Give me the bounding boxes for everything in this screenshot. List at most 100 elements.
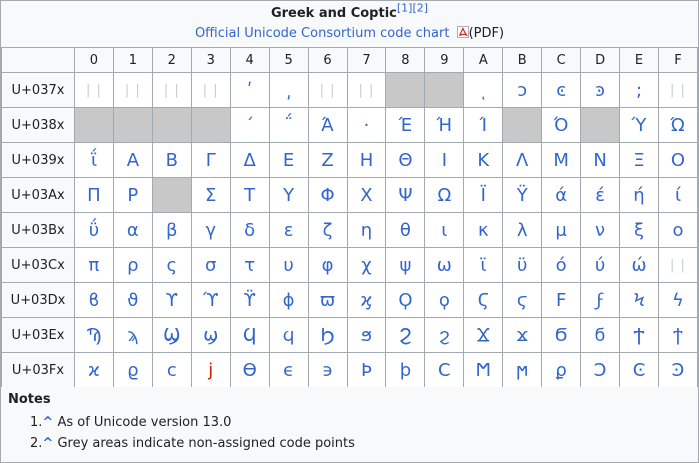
glyph-cell[interactable]: Ͽ (657, 352, 699, 388)
glyph-cell[interactable]: Ϲ (424, 352, 465, 388)
glyph-cell[interactable]: Υ (268, 177, 309, 213)
glyph-cell[interactable]: Α (112, 142, 153, 178)
glyph-cell[interactable]: ώ (619, 247, 659, 283)
glyph-cell[interactable]: ϖ (307, 282, 348, 318)
glyph-cell[interactable]: Ί (463, 107, 504, 143)
glyph-cell[interactable]: ϲ (151, 352, 192, 388)
glyph-cell[interactable]: Ͻ (580, 352, 621, 388)
glyph-cell[interactable]: | | (151, 72, 192, 108)
glyph-cell[interactable]: Θ (385, 142, 426, 178)
glyph-cell[interactable]: ͼ (541, 72, 582, 108)
glyph-cell[interactable]: ϐ (73, 282, 114, 318)
glyph-cell[interactable]: ά (541, 177, 582, 213)
glyph-cell[interactable]: ϊ (463, 247, 504, 283)
glyph-cell[interactable]: ψ (385, 247, 426, 283)
glyph-cell[interactable]: Ύ (619, 107, 659, 143)
glyph-cell[interactable]: σ (190, 247, 231, 283)
glyph-cell[interactable]: | | (190, 72, 231, 108)
glyph-cell[interactable]: ΄ (229, 107, 270, 143)
glyph-cell[interactable]: Λ (502, 142, 543, 178)
glyph-cell[interactable]: Ϭ (541, 317, 582, 353)
glyph-cell[interactable]: Β (151, 142, 192, 178)
glyph-cell[interactable]: ϣ (190, 317, 231, 353)
glyph-cell[interactable]: ϗ (346, 282, 387, 318)
glyph-cell[interactable]: Ϻ (463, 352, 504, 388)
glyph-cell[interactable]: Ϥ (229, 317, 270, 353)
glyph-cell[interactable]: υ (268, 247, 309, 283)
glyph-cell[interactable]: ϶ (307, 352, 348, 388)
glyph-cell[interactable]: δ (229, 212, 270, 248)
glyph-cell[interactable]: ν (580, 212, 621, 248)
glyph-cell[interactable]: π (73, 247, 114, 283)
glyph-cell[interactable]: ϧ (346, 317, 387, 353)
glyph-cell[interactable]: ή (619, 177, 659, 213)
glyph-cell[interactable]: ϱ (112, 352, 153, 388)
reference-links[interactable]: [1][2] (397, 2, 428, 15)
glyph-cell[interactable]: Ξ (619, 142, 659, 178)
glyph-cell[interactable]: θ (385, 212, 426, 248)
glyph-cell[interactable]: ͺ (463, 72, 504, 108)
glyph-cell[interactable]: τ (229, 247, 270, 283)
glyph-cell[interactable]: Ε (268, 142, 309, 178)
glyph-cell[interactable]: Ϋ (502, 177, 543, 213)
glyph-cell[interactable]: χ (346, 247, 387, 283)
glyph-cell[interactable]: ͵ (268, 72, 309, 108)
glyph-cell[interactable]: Π (73, 177, 114, 213)
glyph-cell[interactable]: ϓ (190, 282, 231, 318)
glyph-cell[interactable]: ʹ (229, 72, 270, 108)
glyph-cell[interactable]: ϛ (502, 282, 543, 318)
glyph-cell[interactable]: Ϛ (463, 282, 504, 318)
glyph-cell[interactable]: Ϝ (541, 282, 582, 318)
glyph-cell[interactable]: Μ (541, 142, 582, 178)
glyph-cell[interactable]: ω (424, 247, 465, 283)
glyph-cell[interactable]: ϡ (112, 317, 153, 353)
glyph-cell[interactable]: ΅ (268, 107, 309, 143)
glyph-cell[interactable]: ϩ (424, 317, 465, 353)
glyph-cell[interactable]: Ϡ (73, 317, 114, 353)
glyph-cell[interactable]: φ (307, 247, 348, 283)
glyph-cell[interactable]: ϝ (580, 282, 621, 318)
glyph-cell[interactable]: ϳ (190, 352, 231, 388)
glyph-cell[interactable]: ϕ (268, 282, 309, 318)
glyph-cell[interactable]: ο (657, 212, 699, 248)
glyph-cell[interactable]: · (346, 107, 387, 143)
glyph-cell[interactable]: Σ (190, 177, 231, 213)
glyph-cell[interactable]: Ϟ (619, 282, 659, 318)
glyph-cell[interactable]: λ (502, 212, 543, 248)
glyph-cell[interactable]: Ο (657, 142, 699, 178)
glyph-cell[interactable]: | | (657, 247, 699, 283)
glyph-cell[interactable]: μ (541, 212, 582, 248)
glyph-cell[interactable]: ΰ (73, 212, 114, 248)
glyph-cell[interactable]: Ϣ (151, 317, 192, 353)
glyph-cell[interactable]: ε (268, 212, 309, 248)
glyph-cell[interactable]: Ϫ (463, 317, 504, 353)
glyph-cell[interactable]: | | (657, 72, 699, 108)
glyph-cell[interactable]: ϔ (229, 282, 270, 318)
glyph-cell[interactable]: ρ (112, 247, 153, 283)
glyph-cell[interactable]: Ζ (307, 142, 348, 178)
glyph-cell[interactable]: Ϊ (463, 177, 504, 213)
glyph-cell[interactable]: Ρ (112, 177, 153, 213)
glyph-cell[interactable]: Ω (424, 177, 465, 213)
glyph-cell[interactable]: ύ (580, 247, 621, 283)
glyph-cell[interactable]: ί (657, 177, 699, 213)
glyph-cell[interactable]: β (151, 212, 192, 248)
glyph-cell[interactable]: Ϙ (385, 282, 426, 318)
glyph-cell[interactable]: ϸ (385, 352, 426, 388)
glyph-cell[interactable]: | | (112, 72, 153, 108)
glyph-cell[interactable]: ϑ (112, 282, 153, 318)
glyph-cell[interactable]: γ (190, 212, 231, 248)
glyph-cell[interactable]: Ϸ (346, 352, 387, 388)
glyph-cell[interactable]: ͽ (580, 72, 621, 108)
glyph-cell[interactable]: Ό (541, 107, 582, 143)
glyph-cell[interactable]: Ή (424, 107, 465, 143)
glyph-cell[interactable]: Γ (190, 142, 231, 178)
glyph-cell[interactable]: Ι (424, 142, 465, 178)
glyph-cell[interactable]: ι (424, 212, 465, 248)
note-backlink[interactable]: ^ (42, 415, 53, 430)
glyph-cell[interactable]: Τ (229, 177, 270, 213)
glyph-cell[interactable]: ; (619, 72, 659, 108)
glyph-cell[interactable]: ϻ (502, 352, 543, 388)
glyph-cell[interactable]: έ (580, 177, 621, 213)
glyph-cell[interactable]: Φ (307, 177, 348, 213)
